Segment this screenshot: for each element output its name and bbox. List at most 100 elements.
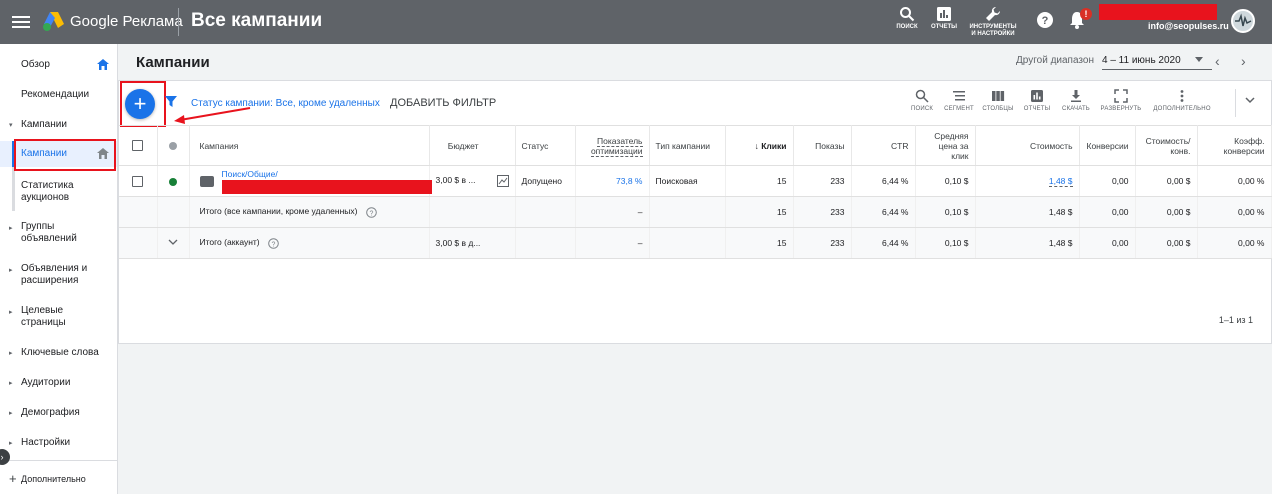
sidebar-item-landing-pages[interactable]: ▸ Целевые страницы	[0, 305, 117, 331]
totals-cost: 1,48 $	[975, 227, 1080, 259]
topbar-reports-button[interactable]: ОТЧЕТЫ	[929, 6, 959, 31]
select-all-cell	[119, 125, 158, 166]
date-range-label: Другой диапазон	[1016, 55, 1094, 66]
chevron-down-icon[interactable]	[168, 237, 178, 247]
sidebar-item-keywords[interactable]: ▸ Ключевые слова	[0, 347, 117, 361]
totals-ctr: 6,44 %	[851, 227, 916, 259]
tool-search-button[interactable]: ПОИСК	[907, 89, 937, 112]
left-navigation: Обзор Рекомендации ▾ Кампании Кампании С…	[0, 44, 118, 494]
plus-icon: +	[9, 471, 17, 486]
hamburger-menu-icon[interactable]	[12, 13, 30, 31]
col-conv-rate[interactable]: Коэфф. конверсии	[1197, 125, 1272, 166]
search-icon	[915, 89, 929, 103]
tool-reports-button[interactable]: ОТЧЕТЫ	[1022, 89, 1052, 112]
totals-cost-per-conv: 0,00 $	[1135, 227, 1198, 259]
table-row[interactable]: Поиск/Общие/ 3,00 $ в ... Допущено 73,8 …	[119, 165, 1272, 197]
sidebar-item-settings[interactable]: ▸ Настройки	[0, 437, 117, 451]
segment-icon	[953, 91, 965, 101]
row-conv-rate: 0,00 %	[1197, 165, 1272, 197]
topbar-tools-button[interactable]: ИНСТРУМЕНТЫ И НАСТРОЙКИ	[966, 6, 1020, 38]
status-dot-icon	[169, 142, 177, 151]
sidebar-group-campaigns[interactable]: ▾ Кампании	[0, 119, 117, 133]
help-circle-icon[interactable]: ?	[366, 206, 377, 218]
col-budget[interactable]: Бюджет	[429, 125, 516, 166]
empty-cell	[157, 196, 190, 228]
row-ctr: 6,44 %	[851, 165, 916, 197]
date-range-caret-icon[interactable]	[1195, 57, 1203, 62]
toolbar-divider	[1235, 89, 1236, 117]
row-cost[interactable]: 1,48 $	[1048, 176, 1073, 187]
svg-text:?: ?	[369, 210, 373, 217]
totals-clicks: 15	[725, 196, 794, 228]
row-budget[interactable]: 3,00 $ в ...	[436, 175, 476, 185]
filter-value: Все, кроме удаленных	[275, 98, 380, 109]
sidebar-item-label: Статистика аукционов	[21, 180, 74, 203]
help-icon[interactable]: ?	[1036, 11, 1054, 29]
account-email[interactable]: info@seopulses.ru	[1148, 21, 1229, 31]
topbar-reports-label: ОТЧЕТЫ	[930, 24, 958, 30]
help-circle-icon[interactable]: ?	[268, 237, 279, 249]
col-status[interactable]: Статус	[515, 125, 576, 166]
sidebar-item-auction-insights[interactable]: Статистика аукционов	[0, 180, 117, 206]
sidebar-item-recommendations[interactable]: Рекомендации	[0, 89, 117, 103]
totals-impressions: 233	[793, 227, 852, 259]
collapse-chevron-icon[interactable]	[1243, 93, 1257, 107]
sidebar-item-ad-groups[interactable]: ▸ Группы объявлений	[0, 221, 117, 247]
sidebar-item-more[interactable]: + Дополнительно	[0, 471, 117, 488]
row-conversions: 0,00	[1079, 165, 1136, 197]
tool-label: ОТЧЕТЫ	[1023, 106, 1051, 112]
row-checkbox[interactable]	[132, 175, 144, 187]
empty-cell	[515, 196, 576, 228]
sidebar-item-label: Кампании	[21, 119, 67, 130]
add-filter-button[interactable]: ДОБАВИТЬ ФИЛЬТР	[390, 97, 496, 109]
tool-columns-button[interactable]: СТОЛБЦЫ	[981, 89, 1015, 112]
campaigns-table-card: + Статус кампании: Все, кроме удаленных …	[118, 80, 1272, 344]
budget-chart-icon[interactable]	[496, 175, 509, 187]
col-ctr[interactable]: CTR	[851, 125, 916, 166]
home-icon	[97, 59, 109, 70]
top-app-bar: Google Реклама Все кампании ПОИСК ОТЧЕТЫ…	[0, 0, 1272, 44]
sidebar-item-overview[interactable]: Обзор	[0, 59, 117, 73]
col-cost[interactable]: Стоимость	[975, 125, 1080, 166]
col-optimization[interactable]: Показатель оптимизации	[575, 125, 650, 166]
topbar-search-button[interactable]: ПОИСК	[894, 6, 920, 31]
col-clicks[interactable]: ↓ Клики	[725, 125, 794, 166]
col-impressions[interactable]: Показы	[793, 125, 852, 166]
sidebar-item-label: Рекомендации	[21, 89, 90, 100]
tool-more-button[interactable]: ДОПОЛНИТЕЛЬНО	[1152, 89, 1212, 112]
sidebar-item-label: Ключевые слова	[21, 347, 99, 358]
tool-expand-button[interactable]: РАЗВЕРНУТЬ	[1099, 89, 1143, 112]
empty-cell	[119, 196, 158, 228]
col-type[interactable]: Тип кампании	[649, 125, 726, 166]
row-clicks: 15	[725, 165, 794, 197]
sidebar-item-demographics[interactable]: ▸ Демография	[0, 407, 117, 421]
caret-right-icon: ▸	[9, 440, 13, 447]
google-ads-logo-icon	[43, 12, 64, 31]
col-campaign[interactable]: Кампания	[189, 125, 430, 166]
row-optimization[interactable]: 73,8 %	[575, 165, 650, 197]
tool-label: СТОЛБЦЫ	[982, 106, 1014, 112]
totals-avg-cpc: 0,10 $	[915, 196, 976, 228]
sidebar-item-audiences[interactable]: ▸ Аудитории	[0, 377, 117, 391]
sidebar-item-label: Целевые страницы	[21, 305, 66, 328]
section-title: Кампании	[136, 54, 210, 71]
tool-download-button[interactable]: СКАЧАТЬ	[1059, 89, 1093, 112]
prev-range-icon[interactable]: ‹	[1215, 53, 1220, 69]
col-avg-cpc[interactable]: Средняя цена за клик	[915, 125, 976, 166]
topbar-tools-label-1: ИНСТРУМЕНТЫ	[969, 24, 1017, 30]
select-all-checkbox[interactable]	[132, 140, 144, 152]
totals-label-cell: Итого (все кампании, кроме удаленных) ?	[189, 196, 430, 228]
expand-sidebar-icon[interactable]: ›	[0, 449, 10, 465]
sidebar-item-label: Аудитории	[21, 377, 71, 388]
next-range-icon[interactable]: ›	[1241, 53, 1246, 69]
campaign-name-redacted	[221, 179, 432, 194]
avatar[interactable]	[1231, 9, 1255, 33]
sidebar-item-ads-extensions[interactable]: ▸ Объявления и расширения	[0, 263, 117, 289]
col-cost-per-conv[interactable]: Стоимость/конв.	[1135, 125, 1198, 166]
col-conversions[interactable]: Конверсии	[1079, 125, 1136, 166]
row-budget-cell: 3,00 $ в ...	[429, 165, 516, 197]
empty-cell	[515, 227, 576, 259]
campaign-name-link[interactable]: Поиск/Общие/	[222, 169, 278, 179]
tool-segment-button[interactable]: СЕГМЕНТ	[942, 89, 976, 112]
highlight-box-add-button	[120, 81, 166, 127]
